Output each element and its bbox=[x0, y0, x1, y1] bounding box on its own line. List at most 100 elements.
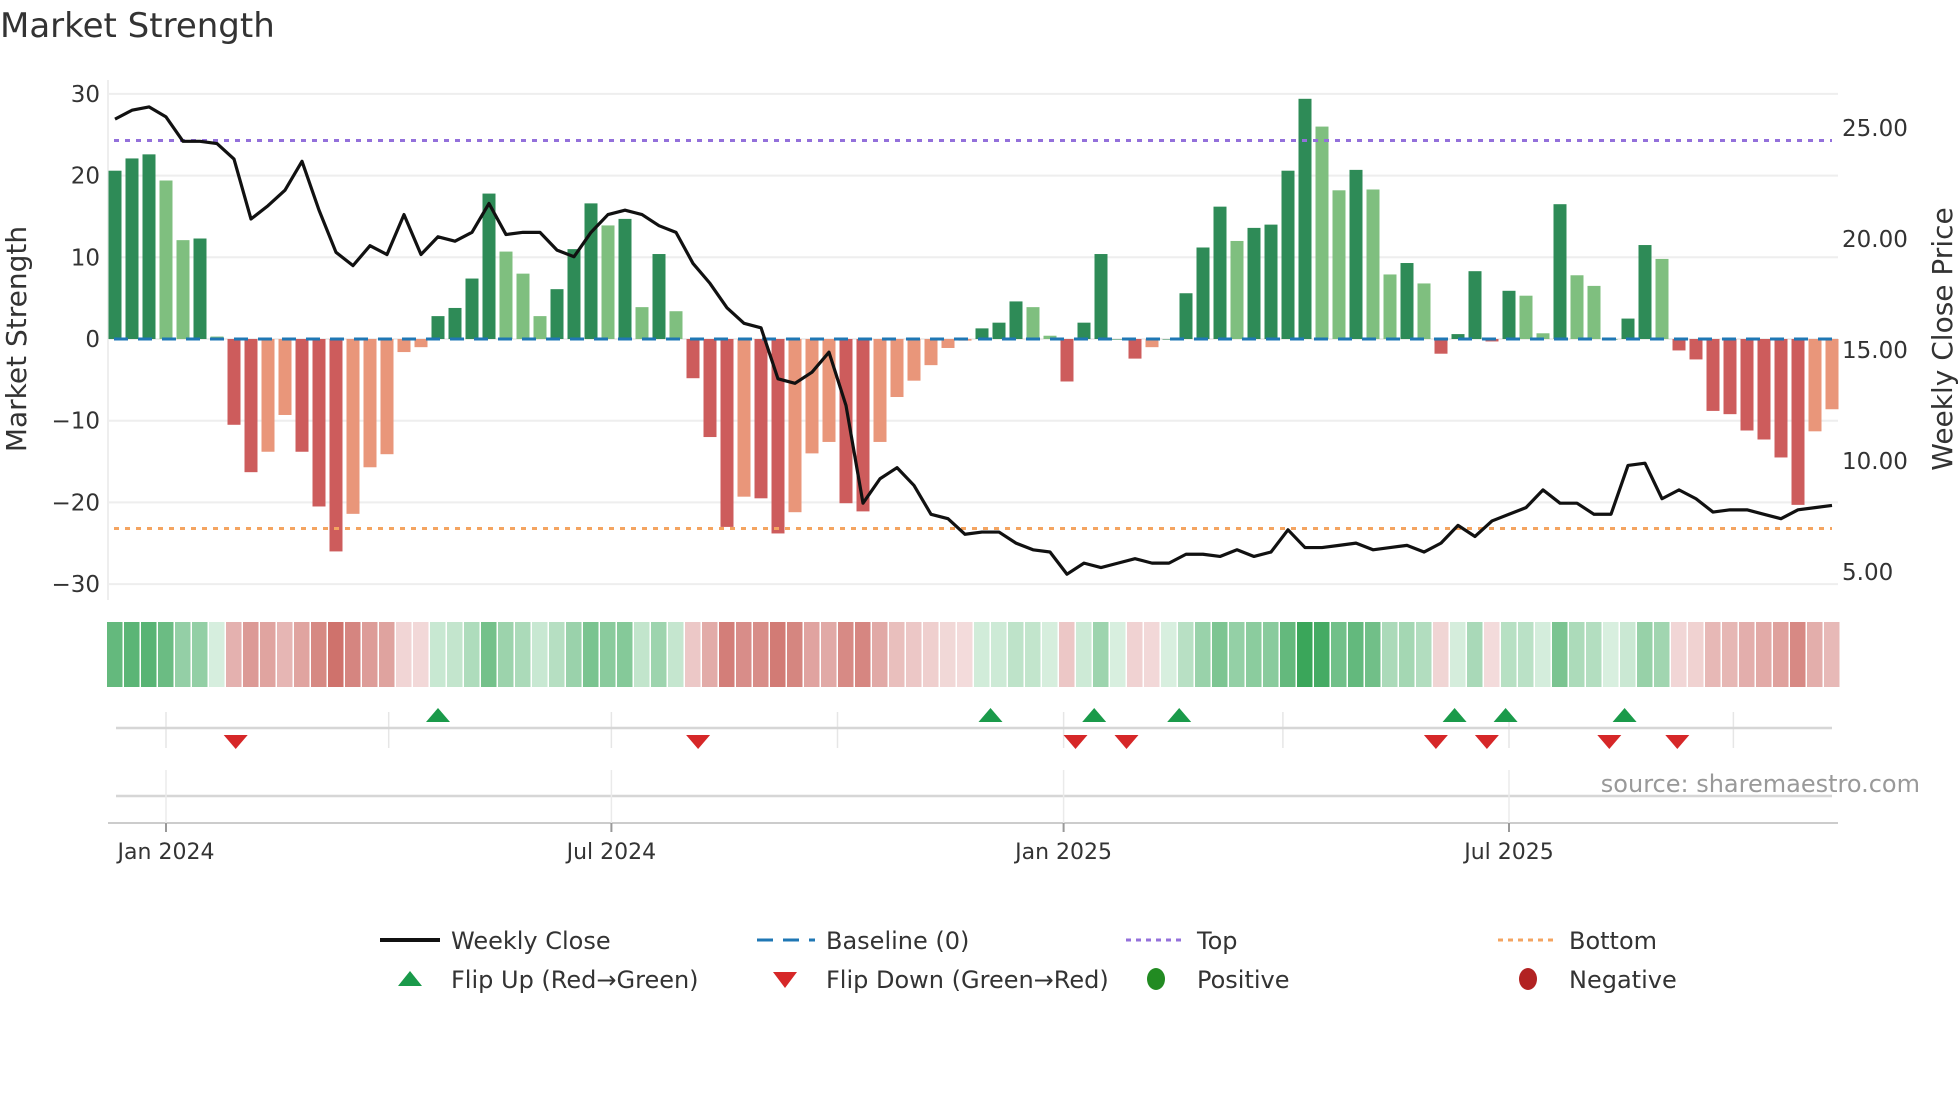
y2-tick-label: 10.00 bbox=[1842, 449, 1908, 475]
heatmap-cell bbox=[804, 622, 820, 687]
heatmap-cell bbox=[1212, 622, 1228, 687]
strength-bar bbox=[516, 273, 530, 339]
heatmap-cell bbox=[1518, 622, 1534, 687]
heatmap-cell bbox=[838, 622, 854, 687]
strength-bar bbox=[1349, 169, 1363, 339]
legend-dot-icon bbox=[1147, 968, 1165, 990]
heatmap-cell bbox=[1807, 622, 1823, 687]
heatmap-cell bbox=[1501, 622, 1517, 687]
heatmap-cell bbox=[719, 622, 735, 687]
heatmap-cell bbox=[753, 622, 769, 687]
heatmap-cell bbox=[158, 622, 174, 687]
heatmap-cell bbox=[787, 622, 803, 687]
heatmap-cell bbox=[1348, 622, 1364, 687]
flip-down-marker bbox=[1114, 735, 1139, 749]
strength-bar bbox=[839, 339, 853, 504]
heatmap-cell bbox=[549, 622, 565, 687]
heatmap-cell bbox=[668, 622, 684, 687]
heatmap-cell bbox=[294, 622, 310, 687]
flip-down-marker bbox=[1665, 735, 1690, 749]
strength-bar bbox=[720, 339, 734, 527]
strength-bar bbox=[1757, 339, 1771, 440]
strength-bar bbox=[1672, 339, 1686, 351]
heatmap-cell bbox=[1144, 622, 1160, 687]
y-tick-label: −30 bbox=[51, 572, 100, 598]
strength-bar bbox=[312, 339, 326, 507]
heatmap-cell bbox=[1433, 622, 1449, 687]
heatmap-cell bbox=[1603, 622, 1619, 687]
heatmap-cell bbox=[1569, 622, 1585, 687]
heatmap-cell bbox=[1025, 622, 1041, 687]
heatmap-cell bbox=[855, 622, 871, 687]
legend-item-flip-down: Flip Down (Green→Red) bbox=[773, 966, 1109, 994]
heatmap-cell bbox=[685, 622, 701, 687]
heatmap-cell bbox=[1314, 622, 1330, 687]
strength-bar bbox=[907, 339, 921, 381]
heatmap-cell bbox=[736, 622, 752, 687]
flip-up-marker bbox=[1493, 708, 1518, 722]
heatmap-cell bbox=[702, 622, 718, 687]
heatmap-cell bbox=[1620, 622, 1636, 687]
flip-up-marker bbox=[978, 708, 1003, 722]
heatmap-cell bbox=[1688, 622, 1704, 687]
heatmap-cell bbox=[1399, 622, 1415, 687]
strength-bar bbox=[1094, 254, 1108, 339]
strength-bar bbox=[1400, 263, 1414, 339]
strength-bar bbox=[1825, 339, 1839, 410]
strength-bar bbox=[550, 289, 564, 339]
heatmap-cell bbox=[906, 622, 922, 687]
legend-item-flip-up: Flip Up (Red→Green) bbox=[398, 966, 699, 994]
flip-down-marker bbox=[1474, 735, 1499, 749]
legend-label: Weekly Close bbox=[451, 927, 611, 955]
heatmap-cell bbox=[1008, 622, 1024, 687]
heatmap-cell bbox=[464, 622, 480, 687]
heatmap-cell bbox=[1365, 622, 1381, 687]
strength-bar bbox=[567, 249, 581, 339]
heatmap-cell bbox=[1076, 622, 1092, 687]
heatmap-cell bbox=[328, 622, 344, 687]
strength-bar bbox=[1417, 283, 1431, 339]
flip-up-marker bbox=[426, 708, 450, 722]
strength-bar bbox=[1621, 318, 1635, 339]
strength-bar bbox=[1060, 339, 1074, 382]
strength-bar bbox=[1009, 301, 1023, 339]
heatmap-cell bbox=[515, 622, 531, 687]
strength-bar bbox=[499, 251, 513, 339]
strength-bar bbox=[1723, 339, 1737, 415]
legend-label: Bottom bbox=[1569, 927, 1657, 955]
strength-bar bbox=[1179, 293, 1193, 339]
strength-bar bbox=[1383, 274, 1397, 339]
heatmap-cell bbox=[1297, 622, 1313, 687]
strength-bar bbox=[669, 311, 683, 339]
strength-bar bbox=[1740, 339, 1754, 431]
strength-bar bbox=[159, 180, 173, 339]
strength-bar bbox=[1655, 258, 1669, 339]
y-tick-label: 30 bbox=[71, 82, 100, 108]
heatmap-cell bbox=[770, 622, 786, 687]
strength-bar bbox=[363, 339, 377, 468]
heatmap-cell bbox=[124, 622, 140, 687]
strength-bar bbox=[397, 339, 411, 353]
strength-bar bbox=[805, 339, 819, 454]
heatmap-cell bbox=[1705, 622, 1721, 687]
flip-up-marker bbox=[1442, 708, 1467, 722]
heatmap-cell bbox=[1229, 622, 1245, 687]
x-tick-label: Jul 2025 bbox=[1462, 840, 1554, 865]
strength-bar bbox=[1519, 295, 1533, 339]
heatmap-cell bbox=[226, 622, 242, 687]
legend-item-bottom: Bottom bbox=[1498, 927, 1657, 955]
y-tick-label: 20 bbox=[71, 164, 100, 190]
heatmap-cell bbox=[379, 622, 395, 687]
x-tick-label: Jan 2025 bbox=[1013, 840, 1112, 865]
strength-bar bbox=[1213, 206, 1227, 339]
strength-bar bbox=[1706, 339, 1720, 411]
strength-bar bbox=[108, 170, 122, 339]
heatmap-cell bbox=[583, 622, 599, 687]
heatmap-cell bbox=[430, 622, 446, 687]
strength-bar bbox=[465, 278, 479, 339]
heatmap-cell bbox=[1331, 622, 1347, 687]
heatmap-cell bbox=[1195, 622, 1211, 687]
legend-label: Top bbox=[1196, 927, 1238, 955]
heatmap-cell bbox=[1127, 622, 1143, 687]
strength-bar bbox=[1196, 247, 1210, 339]
